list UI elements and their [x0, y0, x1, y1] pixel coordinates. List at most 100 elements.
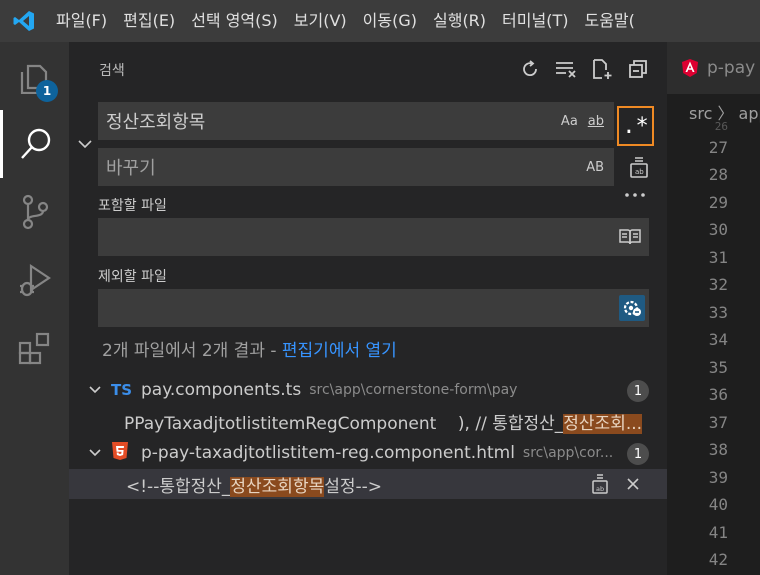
line-number: 27	[708, 138, 728, 157]
menu-view[interactable]: 보기(V)	[286, 0, 355, 42]
result-file-name: p-pay-taxadjtotlistitem-reg.component.ht…	[141, 443, 515, 463]
line-number: 33	[708, 303, 728, 322]
replace-placeholder: 바꾸기	[106, 158, 156, 179]
explorer-badge: 1	[36, 80, 58, 102]
menu-selection[interactable]: 선택 영역(S)	[183, 0, 286, 42]
result-file-row[interactable]: TS pay.components.ts src\app\cornerstone…	[69, 375, 667, 405]
angular-icon	[682, 59, 698, 77]
clear-results-button[interactable]	[553, 56, 579, 82]
use-regex-button[interactable]: .*	[617, 106, 654, 146]
line-number: 34	[708, 330, 728, 349]
results-summary: 2개 파일에서 2개 결과 - 편집기에서 열기	[102, 336, 397, 361]
result-file-path: src\app\cor...	[522, 445, 614, 461]
match-text: <!--통합정산_정산조회항목설정-->	[126, 472, 382, 497]
replace-icon[interactable]: ab	[591, 473, 609, 495]
more-options-icon[interactable]	[623, 190, 647, 200]
result-match-row[interactable]: PPayTaxadjtotlistitemRegComponent ), // …	[69, 406, 667, 436]
open-in-editor-link[interactable]: 편집기에서 열기	[282, 341, 397, 361]
match-prefix: <!--통합정산_	[126, 476, 231, 497]
refresh-icon	[523, 60, 537, 77]
match-text: PPayTaxadjtotlistitemRegComponent ), // …	[124, 409, 643, 434]
tab-label: p-pay	[707, 58, 756, 78]
line-number: 32	[708, 275, 728, 294]
search-view-button[interactable]	[0, 110, 69, 178]
replace-input[interactable]: 바꾸기 AB	[98, 148, 614, 186]
regex-label: .*	[622, 113, 649, 139]
result-count-badge: 1	[627, 380, 649, 402]
use-exclude-settings-button[interactable]	[619, 295, 645, 321]
line-number: 29	[708, 193, 728, 212]
line-number: 28	[708, 165, 728, 184]
menu-edit[interactable]: 편집(E)	[115, 0, 183, 42]
menu-run[interactable]: 실행(R)	[425, 0, 494, 42]
chevron-down-icon[interactable]	[87, 382, 103, 398]
results-count-text: 2개 파일에서 2개 결과 -	[102, 341, 282, 361]
line-number: 37	[708, 413, 728, 432]
open-editors-only-icon[interactable]	[619, 228, 641, 246]
chevron-down-icon[interactable]	[87, 445, 103, 461]
search-input[interactable]: 정산조회항목 Aa ab	[98, 102, 614, 140]
match-suffix: 설정-->	[324, 476, 383, 497]
match-whole-word-button[interactable]: ab	[588, 114, 604, 129]
match-prefix: PPayTaxadjtotlistitemRegComponent ), // …	[124, 413, 564, 434]
include-input[interactable]	[98, 218, 649, 256]
match-highlight: 정산조회...	[563, 413, 643, 434]
html5-icon	[111, 441, 133, 465]
line-number: 30	[708, 220, 728, 239]
collapse-all-button[interactable]	[625, 56, 651, 82]
line-number: 31	[708, 248, 728, 267]
svg-text:ab: ab	[635, 168, 644, 176]
menu-file[interactable]: 파일(F)	[48, 0, 115, 42]
result-file-path: src\app\cornerstone-form\pay	[309, 382, 518, 398]
match-highlight: 정산조회항목	[230, 476, 325, 497]
source-control-button[interactable]	[0, 178, 69, 246]
svg-text:ab: ab	[596, 485, 604, 493]
sidebar-title: 검색	[99, 63, 125, 79]
search-icon	[21, 128, 51, 159]
line-number: 41	[708, 523, 728, 542]
line-number: 35	[708, 358, 728, 377]
search-actions	[517, 56, 651, 82]
typescript-icon: TS	[111, 381, 133, 399]
include-label: 포함할 파일	[98, 198, 167, 214]
dismiss-icon[interactable]	[625, 476, 641, 492]
result-file-row[interactable]: p-pay-taxadjtotlistitem-reg.component.ht…	[69, 438, 667, 468]
menu-terminal[interactable]: 터미널(T)	[494, 0, 576, 42]
line-number: 39	[708, 468, 728, 487]
editor-tab[interactable]: p-pay	[667, 42, 760, 94]
explorer-button[interactable]: 1	[0, 42, 69, 110]
extensions-button[interactable]	[0, 314, 69, 382]
menu-go[interactable]: 이동(G)	[355, 0, 425, 42]
menu-bar: 파일(F) 편집(E) 선택 영역(S) 보기(V) 이동(G) 실행(R) 터…	[0, 0, 760, 42]
menu-help[interactable]: 도움말(	[576, 0, 642, 42]
exclude-label: 제외할 파일	[98, 269, 167, 285]
line-number: 38	[708, 440, 728, 459]
new-search-editor-button[interactable]	[589, 56, 615, 82]
line-number: 40	[708, 495, 728, 514]
settings-gear-icon	[623, 300, 641, 316]
source-control-icon	[22, 194, 48, 230]
new-file-icon	[593, 59, 612, 79]
result-match-row-selected[interactable]: <!--통합정산_정산조회항목설정--> ab	[69, 469, 667, 499]
activity-bar: 1	[0, 42, 69, 575]
line-number: 36	[708, 385, 728, 404]
refresh-button[interactable]	[517, 56, 543, 82]
clear-all-icon	[556, 62, 576, 78]
result-count-badge: 1	[627, 443, 649, 465]
run-debug-button[interactable]	[0, 246, 69, 314]
extensions-icon	[18, 332, 49, 365]
search-query-text: 정산조회항목	[106, 112, 206, 133]
collapse-all-icon	[629, 60, 647, 78]
line-number: 42	[708, 550, 728, 569]
exclude-input[interactable]	[98, 289, 649, 327]
replace-all-icon[interactable]: ab	[627, 155, 651, 179]
run-debug-icon	[19, 263, 51, 297]
vscode-logo-icon	[0, 0, 48, 42]
line-number: 26	[714, 120, 728, 133]
preserve-case-button[interactable]: AB	[586, 160, 604, 175]
editor-area: p-pay src 〉 app 26 27 28 29 30 31 32 33 …	[667, 42, 760, 575]
match-case-button[interactable]: Aa	[561, 114, 578, 129]
search-sidebar: 검색 정산조회항목 Aa ab .* 바꾸기 AB ab 포함할 파일 제외할 …	[69, 42, 667, 575]
toggle-replace-icon[interactable]	[77, 136, 93, 152]
result-file-name: pay.components.ts	[141, 380, 302, 400]
